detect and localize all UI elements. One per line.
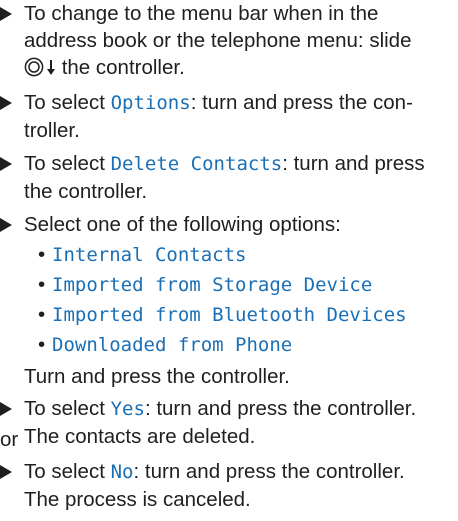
step-select-yes: To select Yes: turn and press the contro… [0,395,454,450]
instructions-page: To change to the menu bar when in the ad… [0,0,458,521]
menu-term: Options [110,92,191,114]
step-arrow-icon [0,7,12,21]
bullet-dot: • [38,303,46,326]
step-text-line: To select No: turn and press the control… [24,458,454,486]
step-menu-bar: To change to the menu bar when in the ad… [0,0,454,81]
step-text-line: Turn and press the controller. [24,365,290,388]
step-prefix: To select [24,397,111,420]
step-text-line: The process is canceled. [24,488,251,511]
option-label: Imported from Storage Device [52,274,373,296]
step-text-line: address book or the telephone menu: slid… [24,29,412,52]
step-prefix: To select [24,91,111,114]
step-text-line: The contacts are deleted. [24,425,256,448]
step-text-line: troller. [24,119,80,142]
step-prefix: To select [24,460,111,483]
step-text-line: To select Options: turn and press the co… [24,89,454,117]
step-suffix: : turn and press the controller. [133,460,405,483]
step-suffix: : turn and press the controller. [144,397,417,420]
step-text-line: Select one of the following options: [24,213,341,236]
option-label: Internal Contacts [52,244,247,266]
step-text-line: To select Delete Contacts: turn and pres… [24,150,454,178]
controller-dial-icon [24,57,44,77]
step-text: the controller. [61,56,185,79]
step-arrow-icon [0,96,12,110]
option-item: • Imported from Bluetooth Devices [24,301,454,331]
step-select-no: To select No: turn and press the control… [0,458,454,513]
step-suffix: : turn and press [282,152,425,175]
step-text-line: To change to the menu bar when in the [24,2,379,25]
step-arrow-icon [0,465,12,479]
or-label: or [0,428,19,451]
option-label: Imported from Bluetooth Devices [52,304,407,326]
menu-term: No [110,461,134,483]
step-arrow-icon [0,218,12,232]
slide-down-arrow-icon [46,58,56,76]
bullet-dot: • [38,333,46,356]
step-after-text: Turn and press the controller. [24,363,454,390]
step-arrow-icon [0,157,12,171]
step-suffix: : turn and press the con- [190,91,413,114]
menu-term: Yes [110,398,145,420]
step-text-line: the controller. [24,180,148,203]
step-text-line: To select Yes: turn and press the contro… [24,395,454,423]
step-select-option: Select one of the following options: [0,211,454,238]
bullet-dot: • [38,243,46,266]
option-item: • Downloaded from Phone [24,331,454,361]
step-arrow-icon [0,402,12,416]
option-item: • Imported from Storage Device [24,271,454,301]
menu-term: Delete Contacts [110,153,283,175]
option-item: • Internal Contacts [24,241,454,271]
step-select-options: To select Options: turn and press the co… [0,89,454,144]
step-prefix: To select [24,152,111,175]
step-delete-contacts: To select Delete Contacts: turn and pres… [0,150,454,205]
step-text-line: the controller. [24,54,454,81]
bullet-dot: • [38,273,46,296]
option-label: Downloaded from Phone [52,334,293,356]
